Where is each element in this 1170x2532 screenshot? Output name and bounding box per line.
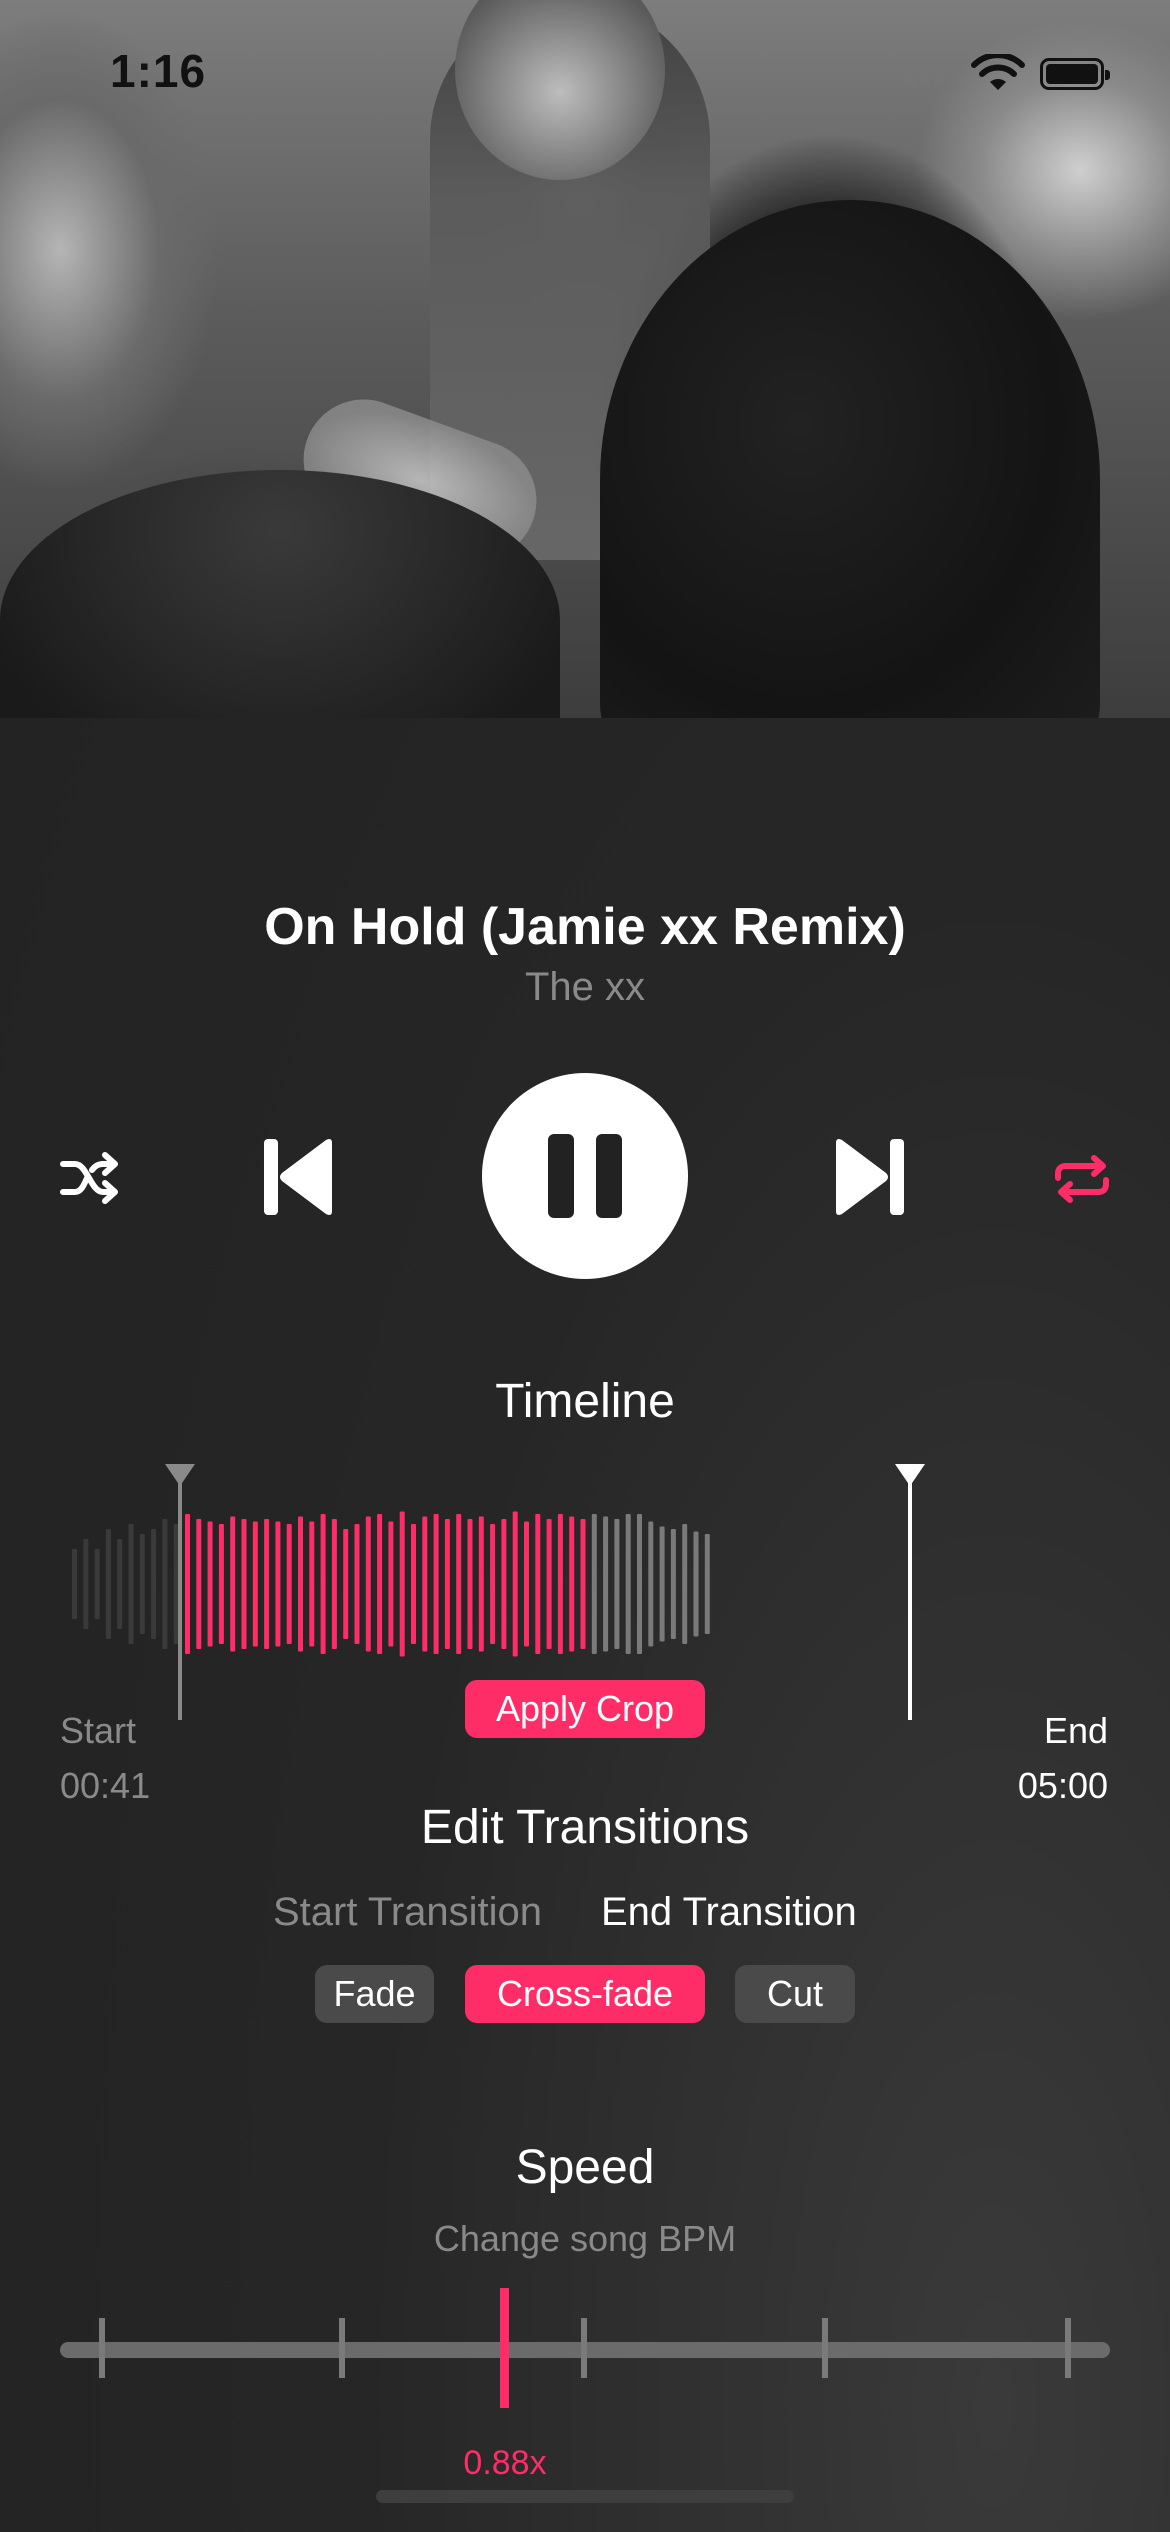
waveform-bar — [467, 1519, 473, 1649]
speed-heading: Speed — [515, 2141, 655, 2194]
speed-tick — [339, 2318, 345, 2378]
tab-start-transition[interactable]: Start Transition — [273, 1890, 542, 1935]
waveform-bar — [478, 1516, 484, 1652]
status-time: 1:16 — [110, 45, 207, 97]
waveform-bar — [139, 1534, 145, 1634]
waveform-bar — [185, 1514, 190, 1654]
waveform-bar — [546, 1519, 552, 1649]
waveform-bar — [422, 1516, 428, 1652]
waveform-bar — [670, 1529, 676, 1639]
waveform-bar — [117, 1539, 123, 1629]
speed-tick — [99, 2318, 105, 2378]
transition-crossfade-option[interactable]: Cross-fade — [465, 1965, 705, 2023]
speed-slider-thumb[interactable] — [500, 2288, 509, 2408]
shuffle-button[interactable] — [56, 1148, 122, 1208]
waveform-bar — [637, 1514, 642, 1654]
home-indicator — [376, 2490, 794, 2503]
waveform-bar — [411, 1524, 416, 1644]
track-artist: The xx — [524, 965, 646, 1009]
timeline-heading: Timeline — [495, 1375, 675, 1428]
timeline-start-label: Start — [60, 1710, 137, 1751]
speed-tick — [581, 2318, 587, 2378]
waveform-bar — [207, 1521, 213, 1647]
transitions-heading: Edit Transitions — [420, 1801, 750, 1854]
crop-start-handle[interactable] — [178, 1478, 182, 1720]
waveform-bar — [354, 1524, 360, 1644]
waveform-bar — [83, 1539, 89, 1629]
waveform-bar — [218, 1524, 224, 1644]
waveform-bar — [399, 1511, 405, 1657]
waveform-bar — [309, 1521, 315, 1647]
waveform-bar — [264, 1519, 270, 1649]
waveform-bar — [693, 1531, 699, 1637]
waveform-bar — [275, 1521, 281, 1647]
apply-crop-button[interactable]: Apply Crop — [465, 1680, 705, 1738]
skip-forward-icon — [836, 1139, 904, 1215]
waveform-bar — [365, 1516, 371, 1652]
crop-end-handle[interactable] — [908, 1478, 912, 1720]
waveform-bar — [331, 1519, 337, 1649]
waveform-bar — [433, 1514, 439, 1654]
speed-value: 0.88x — [463, 2444, 547, 2482]
waveform-bar — [377, 1514, 383, 1654]
waveform-bar — [230, 1516, 236, 1652]
transition-fade-option[interactable]: Fade — [315, 1965, 434, 2023]
waveform-bar — [128, 1524, 134, 1644]
speed-subtitle: Change song BPM — [433, 2218, 737, 2259]
waveform-bar — [105, 1529, 111, 1639]
tab-end-transition[interactable]: End Transition — [601, 1890, 857, 1935]
waveform-bar — [659, 1526, 665, 1642]
waveform-bar — [569, 1516, 575, 1652]
waveform-bar — [591, 1514, 597, 1654]
speed-tick — [1065, 2318, 1071, 2378]
waveform-bar — [286, 1524, 292, 1644]
waveform-bar — [196, 1519, 202, 1649]
waveform-bar — [614, 1519, 620, 1649]
waveform-bar — [343, 1529, 349, 1639]
waveform-bar — [535, 1514, 541, 1654]
waveform-bar — [557, 1514, 563, 1654]
crop-start-marker-icon[interactable] — [165, 1464, 195, 1486]
track-title: On Hold (Jamie xx Remix) — [264, 898, 906, 956]
wifi-icon — [971, 54, 1025, 90]
transition-cut-option[interactable]: Cut — [735, 1965, 855, 2023]
waveform-bar — [501, 1519, 507, 1649]
repeat-icon — [1055, 1155, 1109, 1203]
waveform-bar — [241, 1519, 247, 1649]
waveform-bar — [94, 1549, 100, 1619]
previous-button[interactable] — [262, 1136, 336, 1218]
waveform-bar — [151, 1529, 157, 1639]
cellular-signal-icon — [905, 78, 959, 86]
waveform-bar — [648, 1521, 654, 1647]
skip-back-icon — [264, 1139, 332, 1215]
waveform-bar — [72, 1549, 77, 1619]
next-button[interactable] — [832, 1136, 906, 1218]
waveform-bar — [162, 1519, 168, 1649]
waveform-bar — [580, 1519, 586, 1649]
waveform-bar — [512, 1511, 518, 1657]
waveform-bar — [524, 1521, 529, 1647]
repeat-button[interactable] — [1050, 1152, 1114, 1206]
waveform-bar — [682, 1524, 688, 1644]
waveform-bar — [173, 1524, 179, 1644]
waveform-bar — [252, 1521, 258, 1647]
pause-button[interactable] — [482, 1073, 688, 1279]
shuffle-icon — [60, 1152, 118, 1204]
waveform-bar — [388, 1521, 394, 1647]
speed-tick — [822, 2318, 828, 2378]
crop-end-marker-icon[interactable] — [895, 1464, 925, 1486]
speed-slider[interactable] — [0, 2280, 1170, 2420]
pause-icon — [537, 1134, 633, 1218]
waveform-bar — [490, 1524, 496, 1644]
waveform-bar — [298, 1516, 303, 1652]
waveform-bar — [625, 1514, 631, 1654]
waveform-bar — [456, 1514, 462, 1654]
status-bar: 1:16 — [0, 0, 1170, 140]
waveform-bar — [704, 1534, 710, 1634]
battery-icon — [1040, 58, 1110, 90]
waveform-bar — [603, 1516, 609, 1652]
waveform-bar — [444, 1519, 450, 1649]
timeline-end-label: End — [1043, 1710, 1108, 1751]
waveform-bar — [320, 1514, 326, 1654]
